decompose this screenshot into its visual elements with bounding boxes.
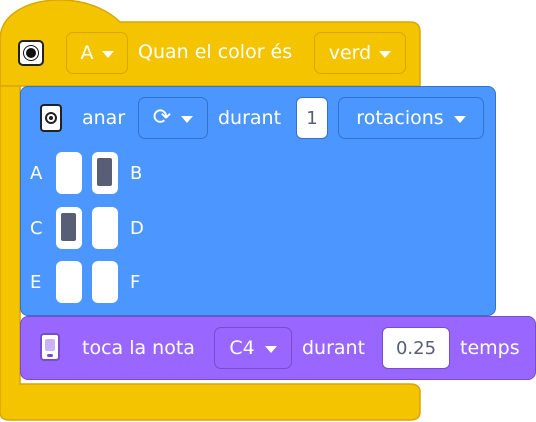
port-toggle-b[interactable]	[92, 152, 118, 194]
sound-unit-label: temps	[460, 337, 520, 359]
port-label-d: D	[130, 218, 144, 239]
port-label-a: A	[30, 163, 43, 184]
port-toggle-a[interactable]	[56, 152, 82, 194]
port-label-e: E	[30, 272, 42, 293]
unit-dropdown-value: rotacions	[356, 106, 444, 129]
port-label-b: B	[130, 163, 143, 184]
chevron-down-icon	[453, 115, 466, 123]
hub-color-sensor-icon	[18, 40, 44, 66]
rotation-amount-input[interactable]: 1	[296, 97, 328, 139]
note-dropdown-value: C4	[229, 336, 255, 359]
port-toggle-c[interactable]	[56, 207, 82, 249]
port-label-c: C	[30, 218, 43, 239]
note-dropdown[interactable]: C4	[214, 327, 292, 369]
port-toggle-d[interactable]	[92, 207, 118, 249]
color-dropdown-value: verd	[328, 41, 372, 64]
motor-during-label: durant	[218, 107, 282, 129]
chevron-down-icon	[181, 115, 194, 123]
hat-label: Quan el color és	[138, 41, 293, 63]
rotate-clockwise-icon: ⟳	[152, 105, 172, 130]
note-duration-input[interactable]: 0.25	[382, 327, 450, 369]
port-dropdown[interactable]: A	[66, 32, 128, 74]
chevron-down-icon	[379, 50, 392, 58]
sound-during-label: durant	[302, 337, 366, 359]
direction-dropdown[interactable]: ⟳	[138, 97, 208, 139]
chevron-down-icon	[101, 50, 114, 58]
color-dropdown[interactable]: verd	[314, 32, 406, 74]
port-dropdown-value: A	[80, 41, 94, 64]
hub-speaker-icon	[40, 333, 60, 361]
port-toggle-e[interactable]	[56, 261, 82, 303]
unit-dropdown[interactable]: rotacions	[338, 97, 484, 139]
sound-label: toca la nota	[82, 337, 195, 359]
port-toggle-f[interactable]	[92, 261, 118, 303]
motor-icon	[40, 104, 62, 132]
port-label-f: F	[130, 272, 141, 293]
motor-verb: anar	[82, 107, 126, 129]
chevron-down-icon	[264, 345, 277, 353]
